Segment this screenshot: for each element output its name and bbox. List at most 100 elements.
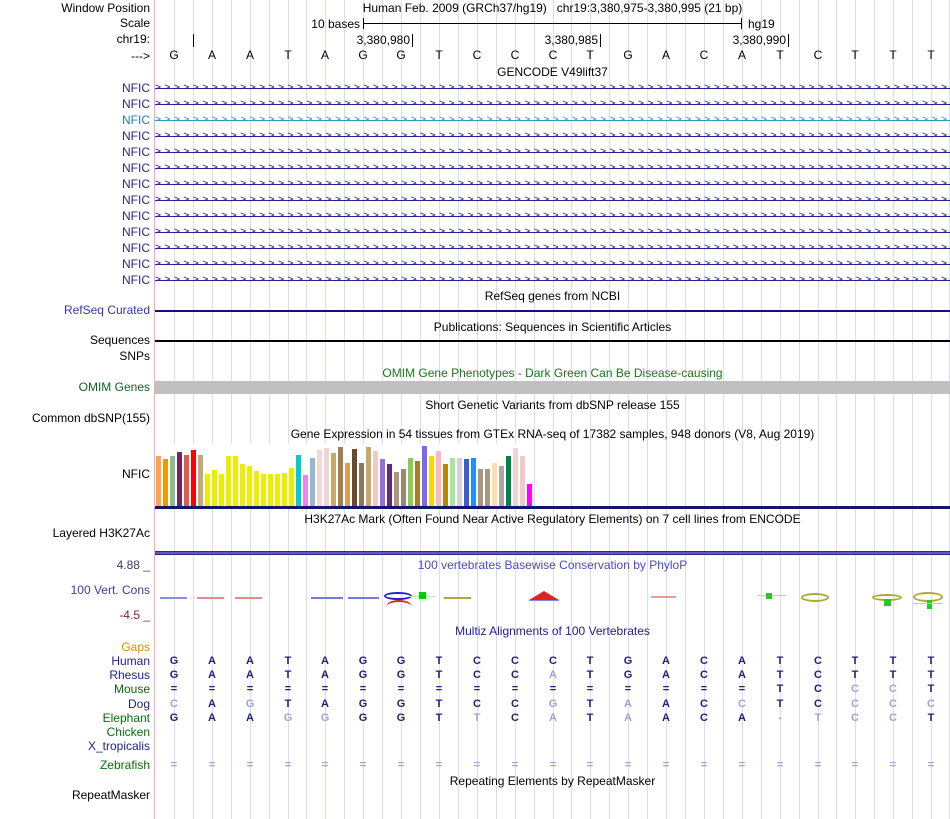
alignment-base: = <box>586 683 594 695</box>
alignment-base: C <box>700 669 708 681</box>
alignment-base: = <box>662 759 670 771</box>
vert-cons-label[interactable]: 100 Vert. Cons <box>0 584 150 597</box>
gencode-transcript-label[interactable]: NFIC <box>0 176 150 192</box>
gtex-bar <box>485 469 490 506</box>
refseq-curated-label[interactable]: RefSeq Curated <box>0 304 150 317</box>
gtex-bar <box>233 456 238 506</box>
conservation-mark <box>444 597 471 599</box>
gencode-transcript-label[interactable]: NFIC <box>0 80 150 96</box>
alignment-base: C <box>473 669 481 681</box>
gencode-transcript-label[interactable]: NFIC <box>0 96 150 112</box>
alignment-base: A <box>246 712 254 724</box>
sequence-base: C <box>472 48 482 62</box>
gencode-transcript-row[interactable]: >>>>>>>>>>>>>>>>>>>>>>>>>>>>>>>>>>>>>>>>… <box>155 80 950 96</box>
scale-bar-left-tick <box>363 18 364 29</box>
gtex-expression-chart[interactable] <box>155 444 533 506</box>
refseq-track-title[interactable]: RefSeq genes from NCBI <box>155 290 950 303</box>
gencode-transcript-label[interactable]: NFIC <box>0 144 150 160</box>
conservation-mark <box>913 603 943 604</box>
species-label-zebrafish[interactable]: Zebrafish <box>0 758 150 772</box>
species-label-rhesus[interactable]: Rhesus <box>0 668 150 682</box>
gencode-transcript-label[interactable]: NFIC <box>0 128 150 144</box>
gencode-transcript-label[interactable]: NFIC <box>0 272 150 288</box>
gencode-transcript-row[interactable]: >>>>>>>>>>>>>>>>>>>>>>>>>>>>>>>>>>>>>>>>… <box>155 160 950 176</box>
gtex-gene-label[interactable]: NFIC <box>0 468 150 481</box>
conservation-mark <box>160 597 187 599</box>
publications-track-title[interactable]: Publications: Sequences in Scientific Ar… <box>155 321 950 334</box>
omim-genes-label[interactable]: OMIM Genes <box>0 381 150 394</box>
species-label-chicken[interactable]: Chicken <box>0 725 150 739</box>
alignment-base: C <box>511 712 519 724</box>
page-title: Human Feb. 2009 (GRCh37/hg19) chr19:3,38… <box>362 1 743 15</box>
gencode-transcript-label[interactable]: NFIC <box>0 240 150 256</box>
layered-h3k27ac-label[interactable]: Layered H3K27Ac <box>0 527 150 540</box>
alignment-base: = <box>511 759 519 771</box>
gencode-transcript-row[interactable]: >>>>>>>>>>>>>>>>>>>>>>>>>>>>>>>>>>>>>>>>… <box>155 192 950 208</box>
gencode-transcript-row[interactable]: >>>>>>>>>>>>>>>>>>>>>>>>>>>>>>>>>>>>>>>>… <box>155 176 950 192</box>
species-label-gaps[interactable]: Gaps <box>0 640 150 654</box>
gencode-transcript-label[interactable]: NFIC <box>0 256 150 272</box>
gtex-bar <box>492 463 497 506</box>
snps-label[interactable]: SNPs <box>0 350 150 363</box>
gtex-bar <box>324 448 329 506</box>
alignment-base: = <box>208 683 216 695</box>
conservation-track-title[interactable]: 100 vertebrates Basewise Conservation by… <box>155 559 950 572</box>
h3k27ac-track-title[interactable]: H3K27Ac Mark (Often Found Near Active Re… <box>155 513 950 526</box>
species-label-human[interactable]: Human <box>0 654 150 668</box>
species-label-dog[interactable]: Dog <box>0 697 150 711</box>
alignment-base: = <box>284 683 292 695</box>
alignment-base: C <box>851 698 859 710</box>
gtex-bar <box>429 456 434 506</box>
species-label-mouse[interactable]: Mouse <box>0 682 150 696</box>
alignment-base: = <box>624 683 632 695</box>
alignment-base: G <box>169 669 179 681</box>
repeatmasker-track-title[interactable]: Repeating Elements by RepeatMasker <box>155 775 950 788</box>
alignment-base: G <box>396 669 406 681</box>
common-dbsnp-label[interactable]: Common dbSNP(155) <box>0 412 150 425</box>
conservation-mark <box>386 600 412 607</box>
alignment-base: = <box>435 759 443 771</box>
h3k27ac-signal-bar[interactable] <box>155 551 950 555</box>
gtex-track-title[interactable]: Gene Expression in 54 tissues from GTEx … <box>155 428 950 441</box>
transcript-direction-arrows: >>>>>>>>>>>>>>>>>>>>>>>>>>>>>>>>>>>>>>>>… <box>155 226 950 237</box>
alignment-base: T <box>284 655 292 667</box>
alignment-base: A <box>624 712 632 724</box>
dbsnp-track-title[interactable]: Short Genetic Variants from dbSNP releas… <box>155 399 950 412</box>
gencode-transcript-row[interactable]: >>>>>>>>>>>>>>>>>>>>>>>>>>>>>>>>>>>>>>>>… <box>155 256 950 272</box>
omim-track-title[interactable]: OMIM Gene Phenotypes - Dark Green Can Be… <box>155 367 950 380</box>
gencode-transcript-label[interactable]: NFIC <box>0 112 150 128</box>
gtex-bar <box>513 448 518 506</box>
gencode-track-title[interactable]: GENCODE V49lift37 <box>155 66 950 79</box>
strand-arrow[interactable]: ---> <box>0 50 150 63</box>
gencode-transcript-row[interactable]: >>>>>>>>>>>>>>>>>>>>>>>>>>>>>>>>>>>>>>>>… <box>155 96 950 112</box>
sequences-label[interactable]: Sequences <box>0 334 150 347</box>
gencode-transcript-row[interactable]: >>>>>>>>>>>>>>>>>>>>>>>>>>>>>>>>>>>>>>>>… <box>155 144 950 160</box>
alignment-base: A <box>208 669 216 681</box>
alignment-base: T <box>889 669 897 681</box>
gencode-transcript-row[interactable]: >>>>>>>>>>>>>>>>>>>>>>>>>>>>>>>>>>>>>>>>… <box>155 272 950 288</box>
species-label-elephant[interactable]: Elephant <box>0 711 150 725</box>
assembly-label: hg19 <box>748 17 775 31</box>
alignment-base: = <box>359 683 367 695</box>
alignment-base: G <box>358 698 368 710</box>
base-position-label: 3,380,980 <box>356 33 410 47</box>
conservation-mark <box>801 593 829 602</box>
gencode-transcript-row[interactable]: >>>>>>>>>>>>>>>>>>>>>>>>>>>>>>>>>>>>>>>>… <box>155 208 950 224</box>
alignment-base: T <box>889 655 897 667</box>
gencode-transcript-label[interactable]: NFIC <box>0 224 150 240</box>
gencode-transcript-label[interactable]: NFIC <box>0 208 150 224</box>
refseq-gene-bar[interactable] <box>155 310 950 312</box>
omim-gene-bar[interactable] <box>155 381 950 394</box>
gencode-transcript-label[interactable]: NFIC <box>0 192 150 208</box>
repeatmasker-label[interactable]: RepeatMasker <box>0 789 150 802</box>
gencode-transcript-row[interactable]: >>>>>>>>>>>>>>>>>>>>>>>>>>>>>>>>>>>>>>>>… <box>155 224 950 240</box>
gencode-transcript-row[interactable]: >>>>>>>>>>>>>>>>>>>>>>>>>>>>>>>>>>>>>>>>… <box>155 240 950 256</box>
gencode-transcript-label[interactable]: NFIC <box>0 160 150 176</box>
gtex-bar <box>219 474 224 506</box>
multiz-track-title[interactable]: Multiz Alignments of 100 Vertebrates <box>155 625 950 638</box>
species-label-x_tropicalis[interactable]: X_tropicalis <box>0 739 150 753</box>
gencode-transcript-row[interactable]: >>>>>>>>>>>>>>>>>>>>>>>>>>>>>>>>>>>>>>>>… <box>155 128 950 144</box>
publications-item-bar[interactable] <box>155 340 950 342</box>
gencode-transcript-row[interactable]: >>>>>>>>>>>>>>>>>>>>>>>>>>>>>>>>>>>>>>>>… <box>155 112 950 128</box>
conservation-mark <box>197 597 224 599</box>
